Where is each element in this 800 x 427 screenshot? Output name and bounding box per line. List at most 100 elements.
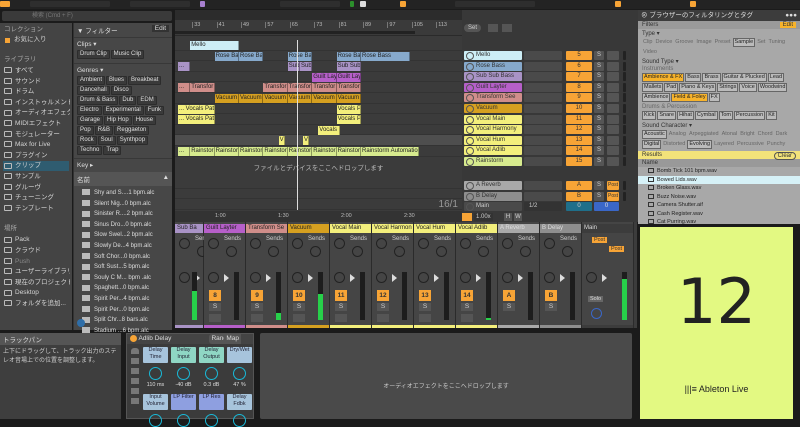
send-b-knob[interactable]	[478, 246, 489, 257]
solo-button[interactable]: S	[594, 125, 604, 135]
send-a-knob[interactable]	[250, 238, 261, 249]
sidebar-item-place[interactable]: Push	[4, 257, 70, 267]
pan-knob[interactable]	[544, 272, 555, 283]
loop-bar[interactable]	[175, 31, 415, 34]
volume-fader-handle[interactable]	[392, 274, 397, 282]
empty-lane[interactable]	[175, 178, 462, 189]
file-item[interactable]: Spaghett...0 bpm.alc	[82, 283, 149, 293]
genre-tag[interactable]: Breakbeat	[128, 76, 162, 85]
file-item[interactable]: Slowly De...4 bpm.alc	[82, 241, 152, 251]
track-activator[interactable]: 13	[419, 290, 431, 301]
send-a-knob[interactable]	[544, 238, 555, 249]
track-header[interactable]: Mello 5 S	[462, 50, 638, 61]
send-a-knob[interactable]	[460, 238, 471, 249]
solo-button[interactable]: S	[594, 72, 604, 82]
arm-button[interactable]	[607, 82, 619, 92]
param-label[interactable]: LP Filter	[171, 394, 196, 410]
file-item[interactable]: Souly C M... bpm .alc	[82, 273, 151, 283]
arrangement-clip[interactable]: V	[278, 136, 285, 146]
arrangement-clip[interactable]: Vacuum	[263, 94, 288, 103]
arrangement-clip[interactable]: ...	[178, 62, 191, 72]
character-tag[interactable]: Acoustic	[642, 130, 667, 139]
solo-button[interactable]: S	[335, 303, 347, 311]
volume-fader-handle[interactable]	[476, 274, 481, 282]
strip-title[interactable]: B Delay	[540, 224, 581, 233]
arrangement-clip[interactable]: Sub Sub	[336, 62, 361, 72]
drum-tag[interactable]: Snare	[657, 111, 677, 120]
instrument-tag[interactable]: Ambience & FX	[642, 73, 685, 82]
sidebar-item-library[interactable]: モジュレーター	[4, 130, 70, 140]
track-activator[interactable]: 15	[566, 157, 592, 166]
w-button[interactable]: W	[514, 213, 522, 221]
solo-button[interactable]: S	[594, 114, 604, 124]
track-name-button[interactable]: B Delay	[464, 191, 522, 201]
file-item[interactable]: Slow Swel...2 bpm.alc	[82, 230, 153, 240]
arm-button[interactable]	[419, 314, 431, 322]
track-activator[interactable]: 14	[461, 290, 473, 301]
arm-button[interactable]	[607, 114, 619, 124]
character-tag[interactable]: Atonal	[721, 131, 739, 138]
type-tag[interactable]: Preset	[714, 39, 732, 46]
type-tag[interactable]: Video	[642, 49, 658, 56]
search-input[interactable]: 検索 (Cmd + F)	[2, 11, 172, 21]
solo-button[interactable]: S	[594, 181, 604, 190]
track-activator[interactable]: A	[503, 290, 515, 301]
genre-tag[interactable]: Pop	[77, 126, 94, 135]
file-item[interactable]: Split Chr...8 bars.alc	[82, 315, 148, 325]
arm-button[interactable]	[607, 146, 619, 156]
arrangement-view[interactable]: 334149576573818997105113 MelloRose BassR…	[175, 10, 462, 222]
strip-title[interactable]: Main	[582, 224, 633, 233]
sidebar-item-library[interactable]: サンプル	[4, 172, 70, 182]
pan-knob[interactable]	[418, 272, 429, 283]
track-name-button[interactable]: Vocal Adlib	[464, 146, 522, 156]
track-activator[interactable]: 12	[566, 125, 592, 135]
param-label[interactable]: Dry/Wet	[227, 347, 252, 363]
sidebar-item-library[interactable]: インストゥルメント	[4, 98, 70, 108]
volume-fader-handle[interactable]	[518, 274, 523, 282]
drum-tag[interactable]: Kit	[766, 111, 777, 120]
genre-tag[interactable]: Soul	[97, 136, 116, 145]
track-name-button[interactable]: Vocal Harmony	[464, 125, 522, 135]
character-tag[interactable]: Distorted	[662, 141, 686, 148]
track-activator[interactable]: 13	[566, 135, 592, 145]
send-b-knob[interactable]	[226, 246, 237, 257]
send-a-knob[interactable]	[179, 238, 190, 249]
param-knob[interactable]	[205, 367, 218, 380]
instrument-tag[interactable]: FX	[708, 93, 720, 102]
arrangement-clip[interactable]: Transfor	[190, 83, 215, 93]
sidebar-item-place[interactable]: フォルダを追加...	[4, 299, 70, 309]
track-header[interactable]: B Delay B S Post	[462, 191, 638, 202]
track-header[interactable]: Vocal Harmony 12 S	[462, 124, 638, 135]
arrangement-clip[interactable]: Rainstor	[190, 147, 215, 156]
track-name-button[interactable]: A Reverb	[464, 181, 522, 190]
character-tag[interactable]: Evolving	[687, 140, 713, 149]
genre-tag[interactable]: Experimental	[102, 106, 144, 115]
track-activator[interactable]: 10	[293, 290, 305, 301]
sidebar-item-library[interactable]: テンプレート	[4, 204, 70, 214]
character-tag[interactable]: Bright	[739, 131, 755, 138]
param-knob[interactable]	[177, 414, 190, 427]
param-label[interactable]: Delay Input	[171, 347, 196, 363]
arrangement-clip[interactable]: Transfor	[336, 83, 361, 93]
arm-button[interactable]	[607, 157, 619, 166]
solo-button[interactable]: S	[594, 82, 604, 92]
genre-tag[interactable]: Dancehall	[77, 86, 110, 95]
sidebar-item-library[interactable]: MIDIエフェクト	[4, 119, 70, 129]
param-label[interactable]: Delay Output	[199, 347, 224, 363]
solo-button[interactable]: S	[594, 61, 604, 71]
param-label[interactable]: Input Volume	[143, 394, 168, 410]
file-item[interactable]: Sinister R....2 bpm.alc	[82, 209, 153, 219]
post-b-button[interactable]: Post	[609, 246, 625, 252]
sidebar-item-place[interactable]: ユーザーライブラリ	[4, 267, 70, 277]
param-label[interactable]: Delay Fdbk	[227, 394, 252, 410]
track-activator[interactable]: 9	[566, 93, 592, 103]
preview-button[interactable]	[77, 319, 85, 327]
strip-title[interactable]: Vocal Harmon	[372, 224, 413, 233]
result-item[interactable]: Bomb Tick 101 bpm.wav	[638, 167, 800, 176]
param-knob[interactable]	[233, 367, 246, 380]
bar-ruler[interactable]: 33 41 49 57 65 73 81 89 97 105 113	[175, 20, 462, 36]
track-header[interactable]: Guilt Layter 8 S	[462, 82, 638, 93]
track-header[interactable]: Rose Bass 6 S	[462, 61, 638, 72]
track-name-button[interactable]: Rainstorm	[464, 157, 522, 166]
solo-button[interactable]: S	[293, 303, 305, 311]
